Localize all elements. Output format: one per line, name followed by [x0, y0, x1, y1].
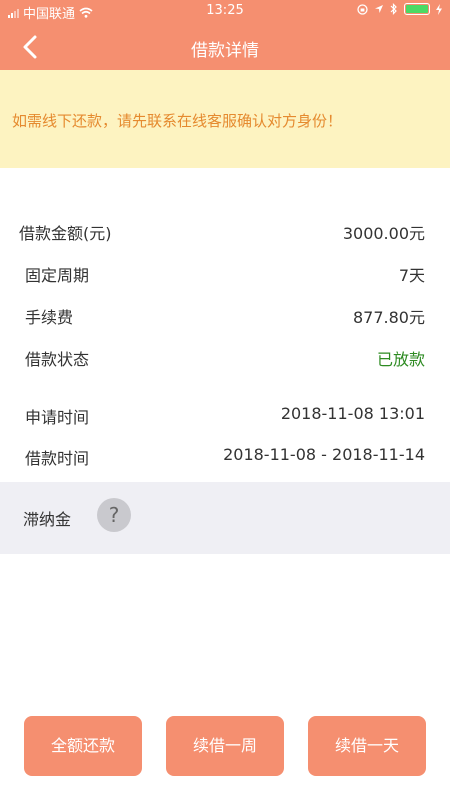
late-fee-help-button[interactable]: ? — [97, 498, 131, 532]
detail-row-loan-period: 借款时间 2018-11-08 - 2018-11-14 — [0, 441, 450, 471]
repay-full-button[interactable]: 全额还款 — [24, 716, 142, 776]
charging-icon — [436, 3, 442, 15]
detail-row-apply-time: 申请时间 2018-11-08 13:01 — [0, 400, 450, 430]
detail-value: 2018-11-08 - 2018-11-14 — [223, 445, 425, 464]
battery-icon — [404, 3, 430, 15]
page-title: 借款详情 — [191, 41, 259, 61]
top-nav-bar: 中国联通 13:25 借款详情 — [0, 0, 450, 70]
detail-label: 申请时间 — [25, 408, 90, 427]
notice-banner: 如需线下还款，请先联系在线客服确认对方身份！ — [0, 70, 450, 168]
renew-week-button[interactable]: 续借一周 — [166, 716, 284, 776]
detail-value: 877.80元 — [353, 308, 425, 327]
detail-value: 3000.00元 — [342, 224, 425, 243]
detail-label: 借款时间 — [25, 449, 90, 468]
orientation-lock-icon — [357, 3, 368, 15]
detail-label: 借款状态 — [25, 350, 90, 369]
location-icon — [375, 5, 383, 13]
renew-day-button[interactable]: 续借一天 — [308, 716, 426, 776]
notice-text: 如需线下还款，请先联系在线客服确认对方身份！ — [12, 112, 343, 130]
detail-value: 2018-11-08 13:01 — [280, 404, 425, 423]
status-value: 已放款 — [376, 350, 425, 369]
detail-label: 借款金额(元) — [19, 224, 112, 243]
status-icons — [357, 3, 442, 15]
late-fee-label: 滞纳金 — [23, 510, 72, 529]
bluetooth-icon — [390, 3, 397, 15]
detail-row-loan-amount: 借款金额(元) 3000.00元 — [0, 216, 450, 246]
detail-label: 固定周期 — [25, 266, 90, 285]
detail-row-fixed-period: 固定周期 7天 — [0, 258, 450, 288]
late-fee-section: 滞纳金 — [0, 482, 450, 554]
detail-row-fee: 手续费 877.80元 — [0, 300, 450, 330]
detail-label: 手续费 — [25, 308, 74, 327]
question-mark-icon: ? — [108, 503, 120, 527]
detail-value: 7天 — [398, 266, 425, 285]
status-bar: 中国联通 13:25 — [0, 0, 450, 22]
detail-row-status: 借款状态 已放款 — [0, 342, 450, 372]
